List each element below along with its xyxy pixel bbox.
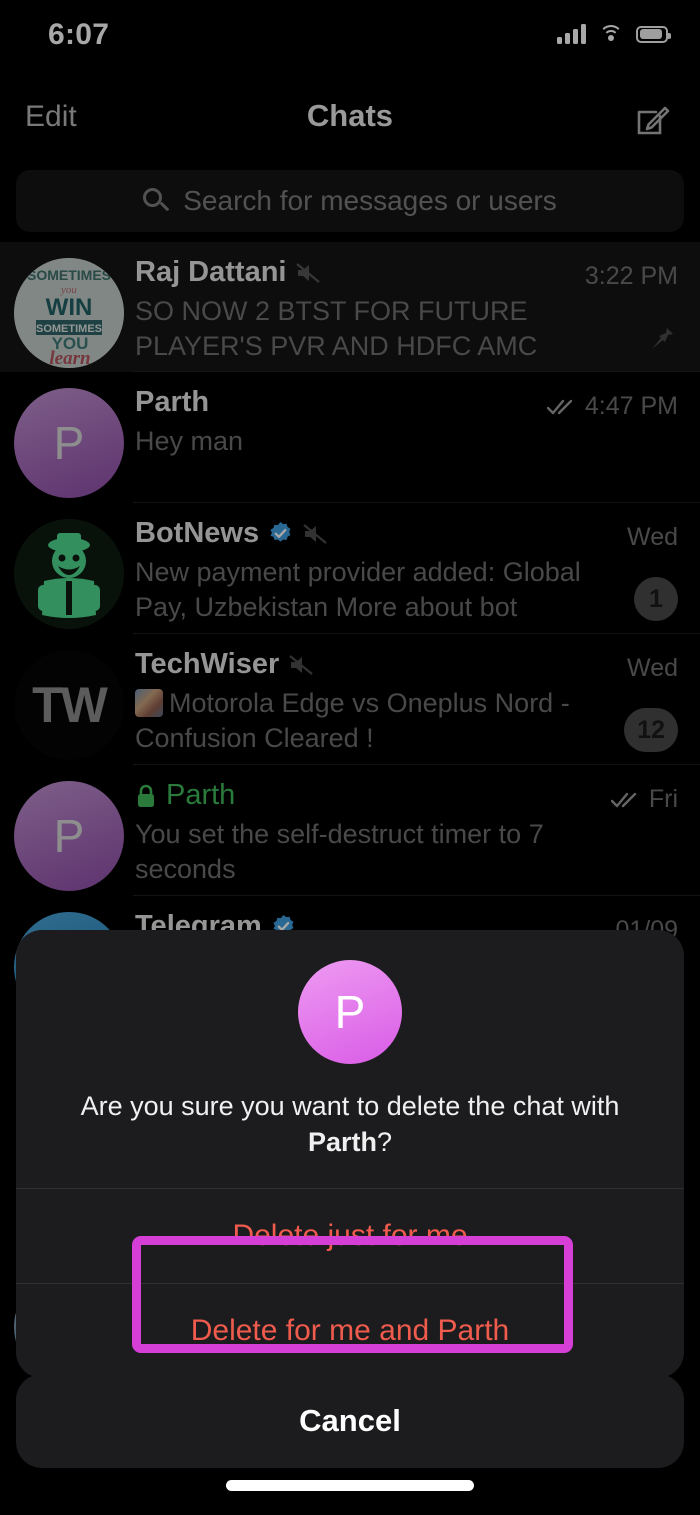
dialog-message-name: Parth: [307, 1127, 377, 1157]
phone-screen: 6:07 Edit Chats Search for messages or u…: [0, 0, 700, 1515]
dialog-message-prefix: Are you sure you want to delete the chat…: [80, 1091, 620, 1121]
dialog-avatar: P: [298, 960, 402, 1064]
dialog-header: P Are you sure you want to delete the ch…: [16, 930, 684, 1188]
home-indicator[interactable]: [226, 1480, 474, 1491]
dialog-message: Are you sure you want to delete the chat…: [56, 1088, 644, 1160]
dialog-message-suffix: ?: [377, 1127, 393, 1157]
cancel-button[interactable]: Cancel: [16, 1374, 684, 1468]
annotation-highlight-box: [132, 1236, 573, 1353]
cancel-label: Cancel: [299, 1403, 401, 1438]
